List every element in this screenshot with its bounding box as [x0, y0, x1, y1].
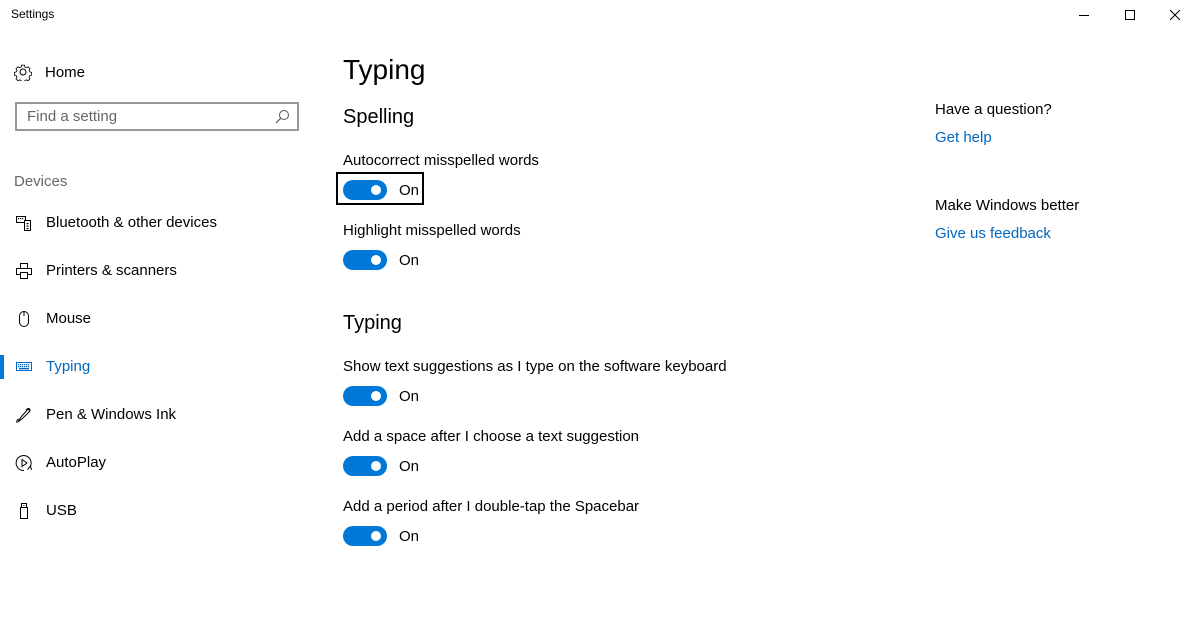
toggle-autocorrect[interactable]: On: [336, 172, 424, 205]
toggle-knob: [371, 531, 381, 541]
toggle-state-label: On: [399, 251, 420, 269]
toggle-switch[interactable]: [343, 386, 387, 406]
sidebar-item-autoplay[interactable]: AutoPlay: [0, 442, 320, 482]
maximize-button[interactable]: [1107, 0, 1153, 30]
sidebar-item-usb[interactable]: USB: [0, 490, 320, 530]
app-title: Settings: [11, 7, 55, 21]
toggle-highlight[interactable]: On: [343, 249, 419, 271]
usb-icon: [15, 502, 33, 520]
sidebar-home[interactable]: Home: [14, 60, 85, 84]
group-title-spelling: Spelling: [343, 106, 415, 128]
toggle-knob: [371, 461, 381, 471]
title-bar: Settings: [0, 0, 1194, 30]
mouse-icon: [15, 310, 33, 328]
search-box[interactable]: [15, 102, 299, 131]
selection-indicator: [0, 355, 4, 379]
group-title-typing: Typing: [343, 312, 402, 334]
sidebar-item-label: Mouse: [46, 309, 92, 327]
setting-label-add-period: Add a period after I double-tap the Spac…: [343, 498, 640, 515]
toggle-switch[interactable]: [343, 456, 387, 476]
autoplay-icon: [15, 454, 33, 472]
page-title: Typing: [343, 54, 426, 85]
toggle-switch[interactable]: [343, 526, 387, 546]
feedback-heading: Make Windows better: [935, 197, 1080, 214]
bluetooth-devices-icon: [15, 214, 33, 232]
sidebar: Home Devices Bluetooth & other devices: [0, 30, 320, 641]
sidebar-item-label: Typing: [46, 357, 91, 375]
toggle-knob: [371, 255, 381, 265]
get-help-link[interactable]: Get help: [935, 129, 992, 146]
toggle-knob: [371, 391, 381, 401]
printer-icon: [15, 262, 33, 280]
setting-label-autocorrect: Autocorrect misspelled words: [343, 152, 539, 169]
gear-icon: [14, 64, 32, 81]
setting-label-highlight: Highlight misspelled words: [343, 222, 521, 239]
sidebar-item-mouse[interactable]: Mouse: [0, 298, 320, 338]
search-input[interactable]: [17, 104, 267, 129]
setting-label-add-space: Add a space after I choose a text sugges…: [343, 428, 640, 445]
minimize-button[interactable]: [1061, 0, 1107, 30]
sidebar-item-bluetooth[interactable]: Bluetooth & other devices: [0, 202, 320, 242]
sidebar-item-label: AutoPlay: [46, 453, 107, 471]
close-button[interactable]: [1152, 0, 1194, 30]
close-icon: [1169, 9, 1181, 21]
toggle-knob: [371, 185, 381, 195]
sidebar-item-label: USB: [46, 501, 77, 519]
toggle-switch[interactable]: [343, 250, 387, 270]
sidebar-item-label: Printers & scanners: [46, 261, 177, 279]
toggle-state-label: On: [399, 527, 420, 545]
sidebar-item-typing[interactable]: Typing: [0, 346, 320, 386]
question-heading: Have a question?: [935, 101, 1052, 118]
pen-icon: [15, 406, 33, 424]
sidebar-home-label: Home: [45, 63, 86, 81]
sidebar-item-label: Bluetooth & other devices: [46, 213, 217, 231]
toggle-add-period[interactable]: On: [343, 525, 419, 547]
sidebar-item-printers[interactable]: Printers & scanners: [0, 250, 320, 290]
give-feedback-link[interactable]: Give us feedback: [935, 225, 1051, 242]
sidebar-item-pen[interactable]: Pen & Windows Ink: [0, 394, 320, 434]
toggle-switch[interactable]: [343, 180, 387, 200]
toggle-text-suggestions[interactable]: On: [343, 385, 419, 407]
search-icon[interactable]: [274, 109, 290, 125]
setting-label-text-suggestions: Show text suggestions as I type on the s…: [343, 358, 727, 375]
toggle-state-label: On: [399, 457, 420, 475]
toggle-state-label: On: [399, 181, 420, 199]
maximize-icon: [1125, 10, 1135, 20]
sidebar-item-label: Pen & Windows Ink: [46, 405, 177, 423]
sidebar-section-label: Devices: [14, 173, 68, 190]
toggle-state-label: On: [399, 387, 420, 405]
toggle-add-space[interactable]: On: [343, 455, 419, 477]
minimize-icon: [1079, 15, 1089, 16]
keyboard-icon: [15, 358, 33, 376]
